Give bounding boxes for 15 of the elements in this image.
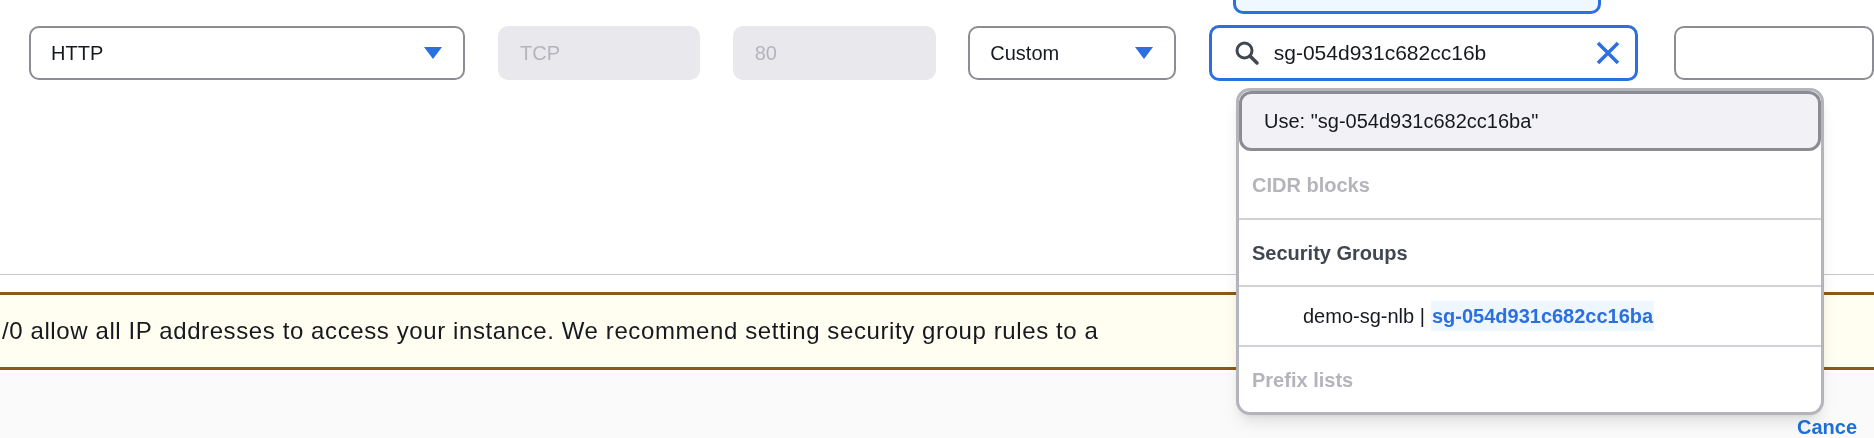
caret-icon xyxy=(1133,46,1154,60)
search-icon xyxy=(1233,40,1260,66)
warning-text: /0 allow all IP addresses to access your instance. We recommend setting security group rules to a xyxy=(2,316,1099,346)
type-select[interactable]: HTTP xyxy=(29,26,466,80)
group-header: Prefix lists xyxy=(1239,345,1821,412)
group-header: CIDR blocks xyxy=(1251,172,1371,198)
cancel-link[interactable]: Cance xyxy=(1797,416,1858,438)
search-field[interactable]: sg-054d931c682cc16b xyxy=(1208,25,1638,81)
caret-icon xyxy=(423,46,444,60)
close-icon[interactable] xyxy=(1595,40,1621,66)
dropdown-option[interactable]: demo-sg-nlb | sg-054d931c682cc16ba xyxy=(1239,285,1821,345)
group-header: Security Groups xyxy=(1239,218,1821,285)
input-field[interactable] xyxy=(1674,26,1874,80)
dropdown-option[interactable]: Use: "sg-054d931c682cc16ba" xyxy=(1239,91,1821,151)
source-select[interactable]: Custom xyxy=(968,26,1176,80)
